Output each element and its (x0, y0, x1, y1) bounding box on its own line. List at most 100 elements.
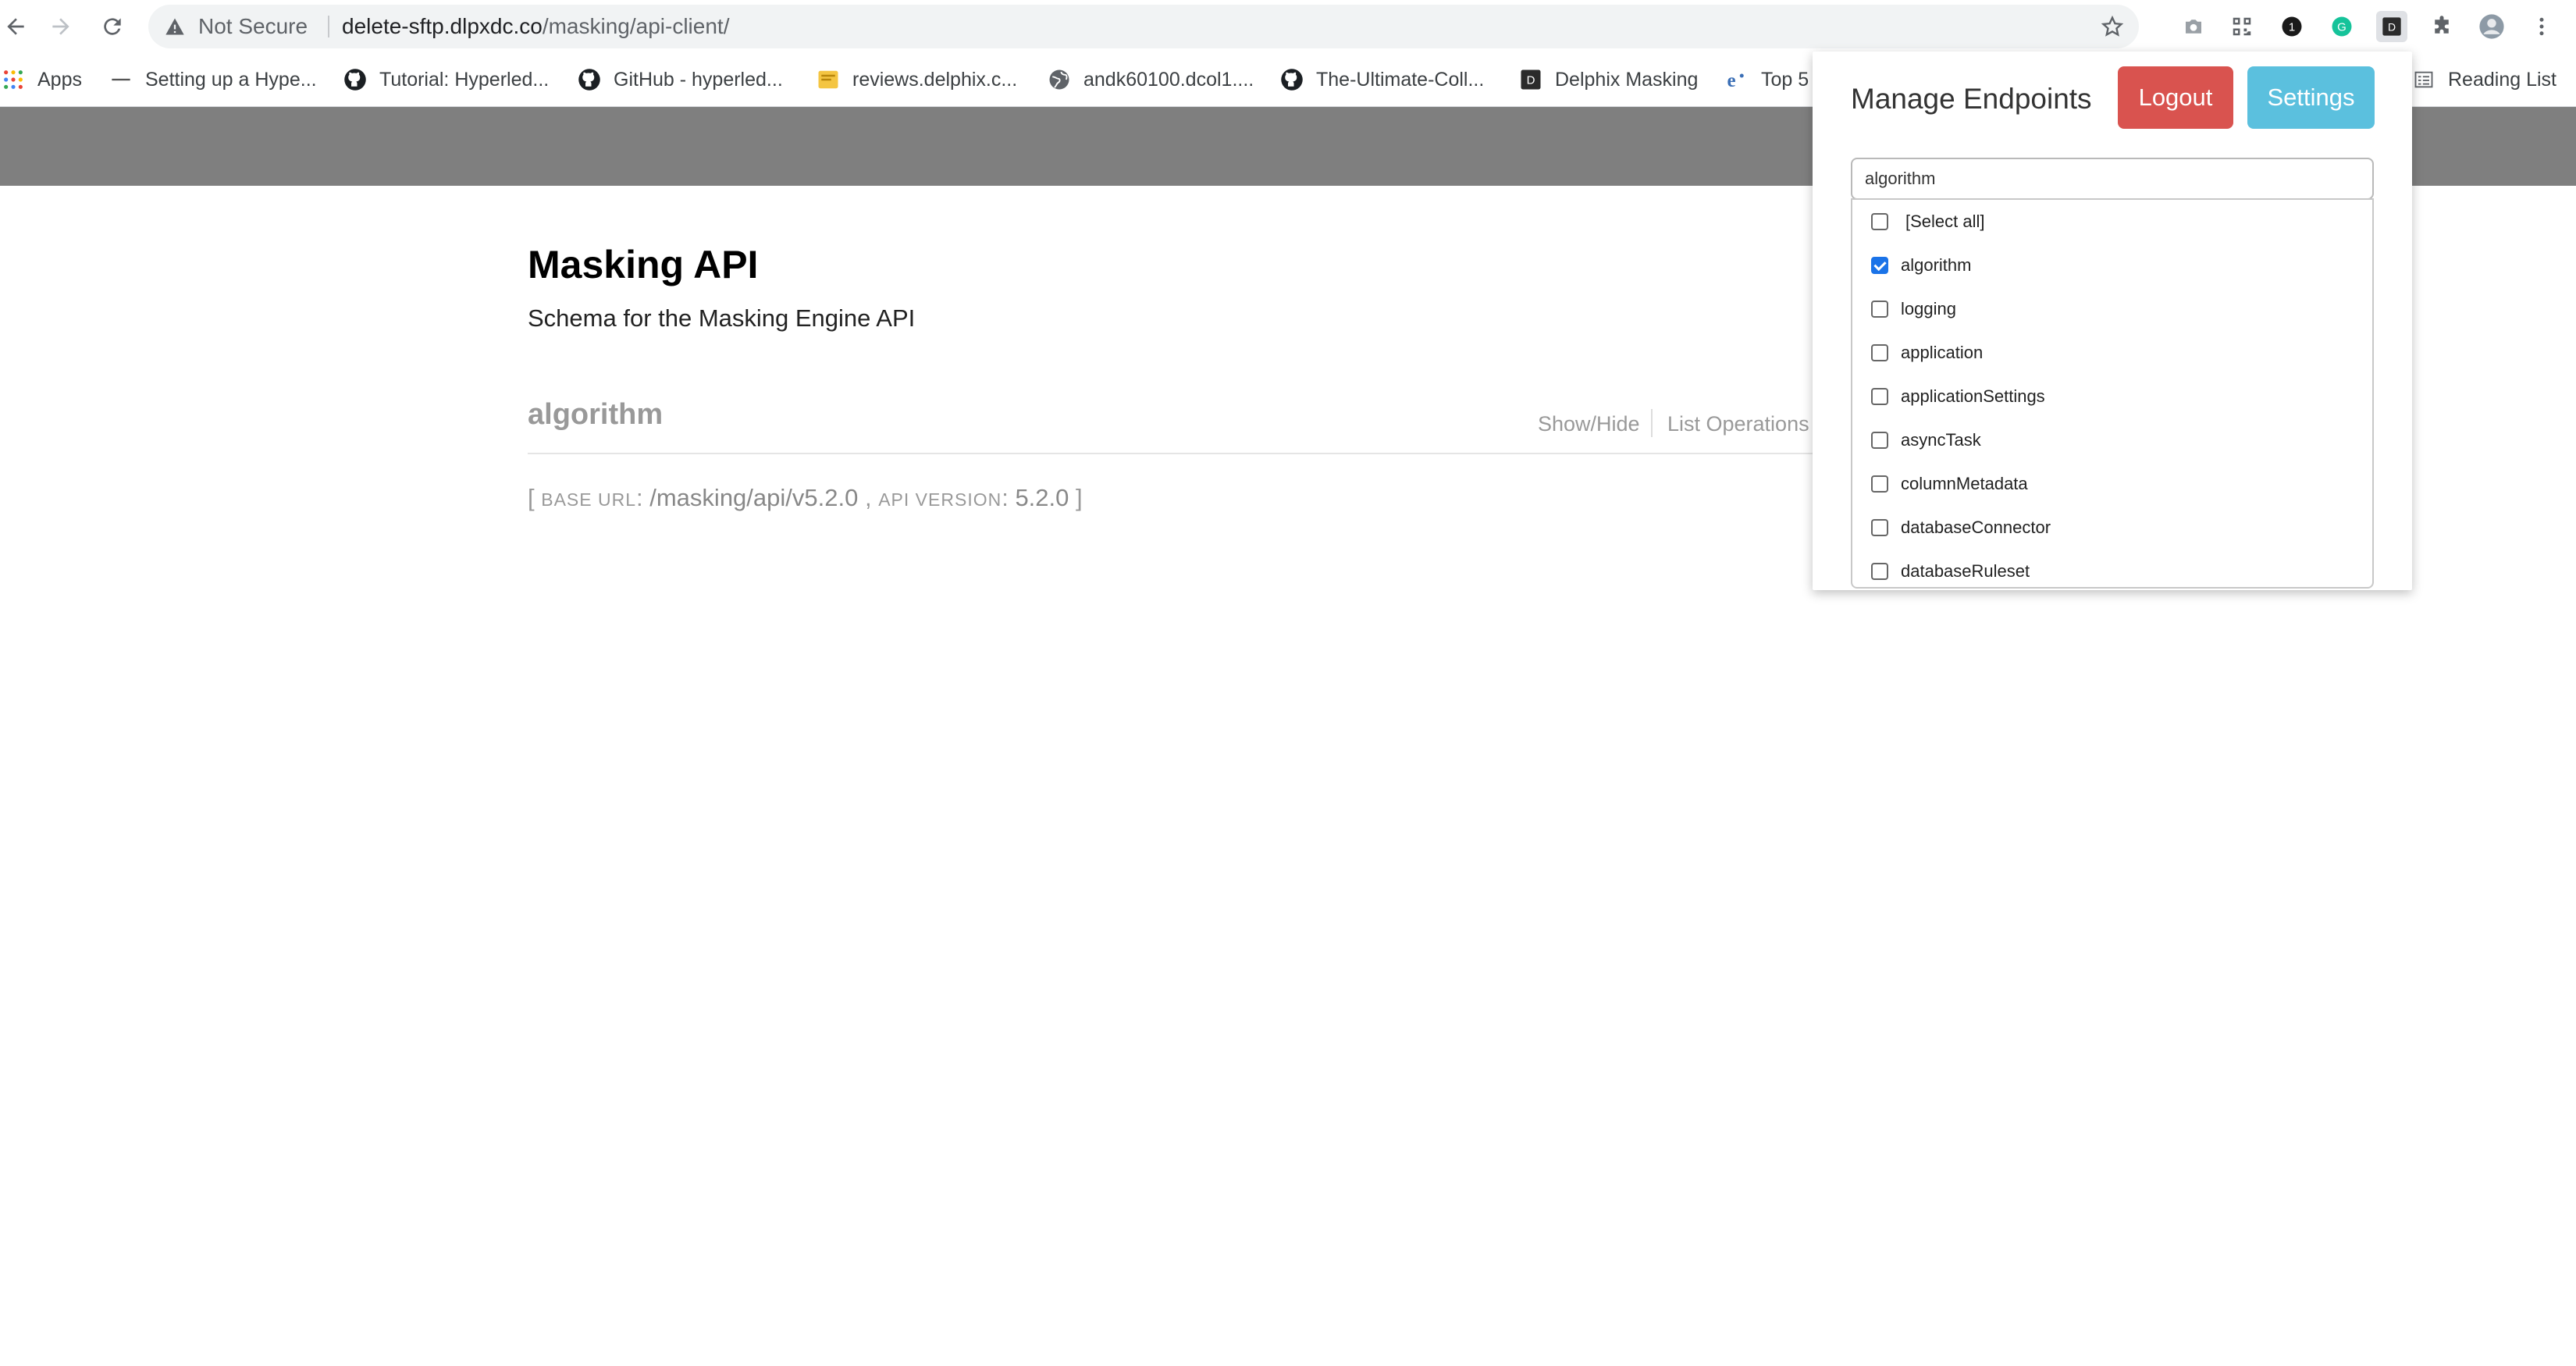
list-item-logging[interactable]: logging (1852, 287, 2372, 331)
bookmark-label: The-Ultimate-Coll... (1316, 68, 1485, 91)
checkbox[interactable] (1871, 563, 1888, 580)
endpoint-filter-input[interactable] (1851, 158, 2374, 200)
browser-toolbar: Not Secure delete-sftp.dlpxdc.co/masking… (0, 0, 2576, 53)
checkbox[interactable] (1871, 344, 1888, 361)
bookmark-label: Apps (37, 68, 82, 91)
reading-list-icon (2412, 68, 2435, 91)
bookmark-label: reviews.delphix.c... (852, 68, 1018, 91)
extensions-puzzle-icon[interactable] (2426, 11, 2457, 42)
bookmark-star-icon[interactable] (2100, 14, 2125, 39)
list-operations-link[interactable]: List Operations (1667, 412, 1809, 436)
checkbox[interactable] (1871, 519, 1888, 536)
list-item-label: application (1901, 343, 1984, 362)
resource-heading-algorithm[interactable]: algorithm (528, 398, 663, 432)
bookmark-setting-up-hype[interactable]: Setting up a Hype... (109, 53, 317, 106)
svg-text:G: G (2337, 21, 2347, 34)
list-item-label: columnMetadata (1901, 474, 2028, 493)
svg-text:D: D (1527, 74, 1535, 87)
chrome-menu-icon[interactable] (2526, 11, 2557, 42)
bookmark-label: Delphix Masking (1555, 68, 1699, 91)
list-item-database-connector[interactable]: databaseConnector (1852, 506, 2372, 550)
back-arrow-icon[interactable] (0, 11, 31, 42)
camera-icon[interactable] (2178, 11, 2209, 42)
bookmark-ultimate-coll[interactable]: The-Ultimate-Coll... (1280, 53, 1484, 106)
logout-button[interactable]: Logout (2118, 66, 2233, 129)
url-text[interactable]: delete-sftp.dlpxdc.co/masking/api-client… (342, 5, 729, 48)
list-item-label: applicationSettings (1901, 386, 2045, 406)
github-icon (1280, 68, 1304, 91)
list-item-application-settings[interactable]: applicationSettings (1852, 375, 2372, 418)
base-url-value: /masking/api/v5.2.0 (649, 484, 859, 511)
manage-endpoints-popup: Manage Endpoints Logout Settings [Select… (1813, 52, 2412, 590)
bookmark-label: Setting up a Hype... (145, 68, 317, 91)
svg-text:D: D (2388, 20, 2396, 33)
bookmark-label: Top 5 (1761, 68, 1809, 91)
address-bar[interactable]: Not Secure delete-sftp.dlpxdc.co/masking… (148, 5, 2139, 48)
api-version-label: API Version (878, 489, 1002, 510)
bookmark-andk60100[interactable]: andk60100.dcol1.... (1048, 53, 1254, 106)
checkbox-checked[interactable] (1871, 257, 1888, 274)
resource-divider (528, 453, 1816, 454)
checkbox[interactable] (1871, 213, 1888, 230)
bookmark-apps[interactable]: Apps (2, 53, 82, 106)
reading-list-label: Reading List (2448, 68, 2556, 91)
list-item-label: [Select all] (1905, 212, 1985, 231)
list-item-async-task[interactable]: asyncTask (1852, 418, 2372, 462)
page-title: Masking API (528, 243, 759, 286)
bookmark-top-5[interactable]: e Top 5 (1725, 53, 1809, 106)
grammarly-icon[interactable]: G (2326, 11, 2357, 42)
page-description: Schema for the Masking Engine API (528, 304, 916, 332)
endpoint-list[interactable]: [Select all] algorithm logging applicati… (1851, 198, 2374, 589)
bookmark-label: Tutorial: Hyperled... (379, 68, 550, 91)
list-item-label: asyncTask (1901, 430, 1981, 450)
bracket-close: ] (1076, 484, 1083, 511)
bracket-open: [ (528, 484, 535, 511)
ops-divider (1651, 409, 1653, 437)
list-item-column-metadata[interactable]: columnMetadata (1852, 462, 2372, 506)
bookmark-delphix-masking[interactable]: D Delphix Masking (1519, 53, 1698, 106)
delphix-extension-icon[interactable]: D (2376, 11, 2407, 42)
e-icon: e (1725, 68, 1749, 91)
list-item-label: databaseRuleset (1901, 561, 2030, 581)
base-url-label: Base URL (541, 489, 637, 510)
password-manager-icon[interactable]: 1 (2276, 11, 2307, 42)
yellow-square-icon (817, 68, 840, 91)
checkbox[interactable] (1871, 301, 1888, 318)
list-item-label: logging (1901, 299, 1956, 318)
list-item-database-ruleset[interactable]: databaseRuleset (1852, 550, 2372, 587)
apps-grid-icon (2, 68, 25, 91)
svg-text:1: 1 (2289, 21, 2295, 34)
list-item-label: algorithm (1901, 255, 1972, 275)
bookmark-label: andk60100.dcol1.... (1083, 68, 1254, 91)
show-hide-link[interactable]: Show/Hide (1538, 412, 1640, 436)
github-icon (343, 68, 367, 91)
reload-icon[interactable] (97, 11, 128, 42)
checkbox[interactable] (1871, 388, 1888, 405)
url-path: /masking/api-client/ (542, 14, 730, 38)
github-icon (578, 68, 601, 91)
forward-arrow-icon[interactable] (45, 11, 76, 42)
bookmark-github-hyperled[interactable]: GitHub - hyperled... (578, 53, 783, 106)
list-item-label: databaseConnector (1901, 518, 2051, 537)
not-secure-label[interactable]: Not Secure (198, 5, 308, 48)
bookmark-label: GitHub - hyperled... (614, 68, 783, 91)
bookmark-tutorial-hyperled[interactable]: Tutorial: Hyperled... (343, 53, 549, 106)
omnibox-divider (328, 16, 329, 37)
checkbox[interactable] (1871, 475, 1888, 493)
popup-title: Manage Endpoints (1851, 83, 2092, 115)
reading-list-button[interactable]: Reading List (2412, 53, 2556, 106)
list-item-application[interactable]: application (1852, 331, 2372, 375)
list-item-select-all[interactable]: [Select all] (1852, 200, 2372, 244)
list-item-algorithm[interactable]: algorithm (1852, 244, 2372, 287)
profile-avatar-icon[interactable] (2476, 11, 2507, 42)
dash-icon (109, 68, 133, 91)
base-url-info: [ Base URL: /masking/api/v5.2.0 , API Ve… (528, 484, 1083, 511)
qr-code-icon[interactable] (2226, 11, 2258, 42)
checkbox[interactable] (1871, 432, 1888, 449)
url-host: delete-sftp.dlpxdc.co (342, 14, 543, 38)
warning-icon (165, 18, 184, 35)
separator-comma: , (864, 484, 872, 511)
bookmark-reviews-delphix[interactable]: reviews.delphix.c... (817, 53, 1017, 106)
settings-button[interactable]: Settings (2247, 66, 2375, 129)
api-version-value: 5.2.0 (1015, 484, 1069, 511)
